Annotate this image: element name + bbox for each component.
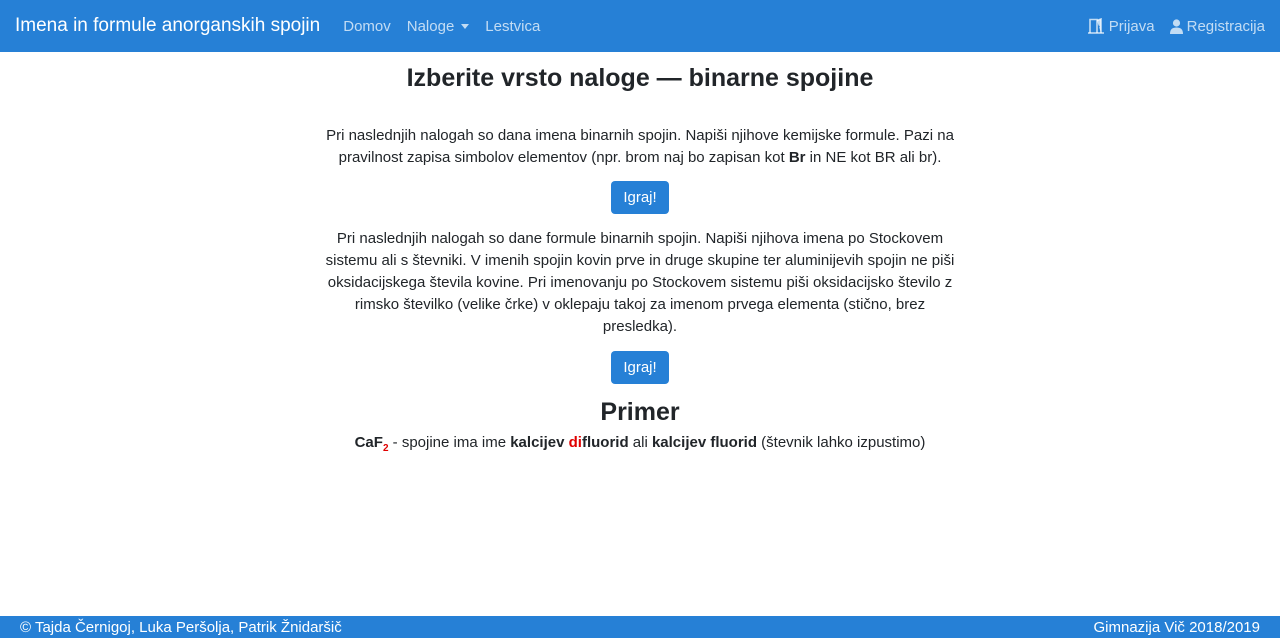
- example-heading: Primer: [600, 398, 680, 426]
- example-name-part1: kalcijev: [510, 434, 569, 451]
- user-icon: [1169, 18, 1183, 34]
- login-label: Prijava: [1108, 17, 1155, 35]
- play-names-to-formulas-button[interactable]: Igraj!: [611, 181, 669, 214]
- nav-home[interactable]: Domov: [335, 18, 399, 35]
- nav-leaderboard[interactable]: Lestvica: [477, 18, 548, 35]
- page-title: Izberite vrsto naloge — binarne spojine: [406, 64, 874, 92]
- example-text-1: - spojine ima ime: [388, 434, 511, 451]
- navbar: Imena in formule anorganskih spojin Domo…: [0, 0, 1280, 52]
- nav-tasks-label: Naloge: [406, 17, 455, 35]
- task1-description: Pri naslednjih nalogah so dana imena bin…: [320, 125, 960, 169]
- example-text-2: ali: [628, 434, 652, 451]
- task1-text-after: in NE kot BR ali br).: [805, 149, 942, 166]
- example-name-alt: kalcijev fluorid: [651, 434, 757, 451]
- task2-description: Pri naslednjih nalogah so dane formule b…: [325, 230, 955, 335]
- nav-user-actions: Prijava Registracija: [1072, 18, 1265, 35]
- brand-link[interactable]: Imena in formule anorganskih spojin: [15, 15, 320, 37]
- example-text: CaF2 - spojine ima ime kalcijev difluori…: [0, 432, 1280, 460]
- example-name-part2: fluorid: [581, 434, 629, 451]
- example-text-3: (števnik lahko izpustimo): [757, 434, 926, 451]
- register-link[interactable]: Registracija: [1155, 18, 1265, 35]
- example-formula: CaF: [354, 434, 383, 451]
- footer-school: Gimnazija Vič 2018/2019: [1093, 618, 1261, 636]
- play-formulas-to-names-button[interactable]: Igraj!: [611, 351, 669, 384]
- main-content: Izberite vrsto naloge — binarne spojine …: [0, 52, 1280, 460]
- footer-authors: © Tajda Černigoj, Luka Peršolja, Patrik …: [20, 618, 342, 636]
- nav-tasks-dropdown[interactable]: Naloge: [399, 18, 478, 35]
- login-link[interactable]: Prijava: [1072, 18, 1155, 35]
- task1-example-symbol: Br: [788, 149, 806, 166]
- chevron-down-icon: [461, 23, 470, 29]
- example-name-prefix: di: [568, 434, 582, 451]
- register-label: Registracija: [1186, 17, 1265, 35]
- door-open-icon: [1087, 18, 1105, 34]
- footer: © Tajda Černigoj, Luka Peršolja, Patrik …: [0, 616, 1280, 638]
